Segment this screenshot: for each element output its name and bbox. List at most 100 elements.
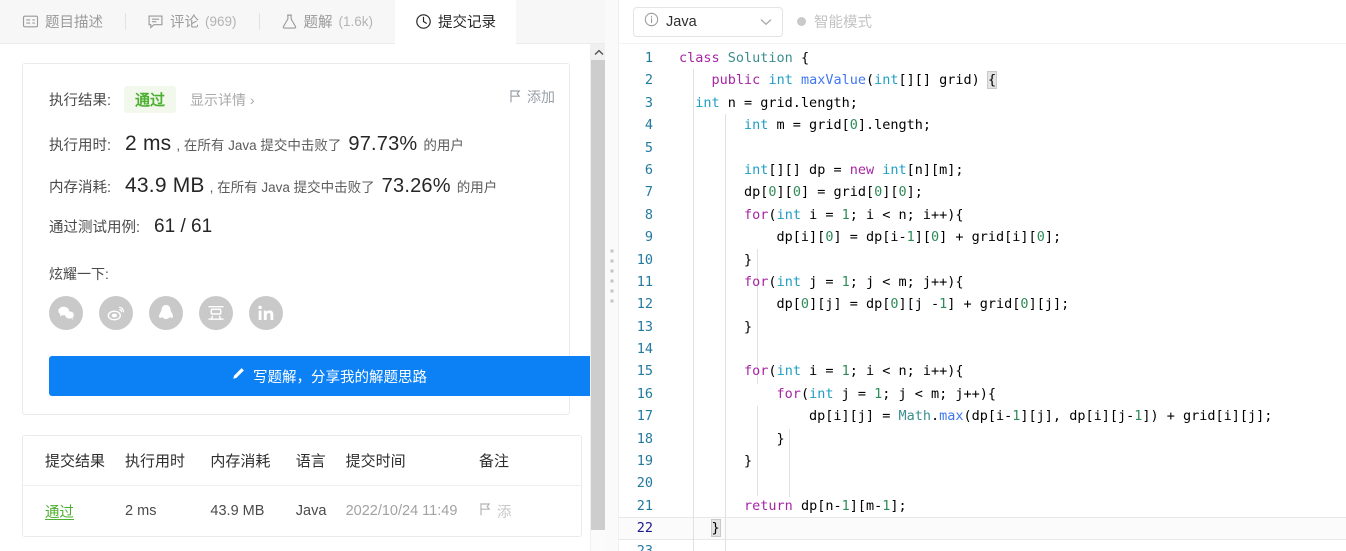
- scroll-up-arrow[interactable]: [591, 44, 605, 60]
- code-line-2[interactable]: 2 public int maxValue(int[][] grid) {: [619, 69, 1346, 91]
- line-number: 9: [644, 229, 653, 246]
- status-badge: 通过: [124, 86, 177, 113]
- code-line-12[interactable]: 12 dp[0][j] = dp[0][j -1] + grid[0][j];: [619, 293, 1346, 315]
- code-line-9[interactable]: 9 dp[i][0] = dp[i-1][0] + grid[i][0];: [619, 226, 1346, 248]
- runtime-prefix: , 在所有 Java 提交中击败了: [176, 138, 342, 153]
- code-editor-panel: Java 智能模式 1 class Solution {2 public in…: [619, 0, 1346, 551]
- row-note-button[interactable]: 添: [479, 501, 559, 522]
- douban-icon[interactable]: [199, 296, 233, 330]
- line-code[interactable]: dp[0][j] = dp[0][j -1] + grid[0][j];: [665, 293, 1070, 315]
- tab-label: 题解: [303, 15, 333, 31]
- line-number: 18: [636, 430, 653, 447]
- code-line-5[interactable]: 5: [619, 137, 1346, 159]
- language-select[interactable]: Java: [633, 6, 783, 37]
- scrollbar-thumb[interactable]: [591, 60, 605, 530]
- smart-mode-toggle[interactable]: 智能模式: [797, 11, 872, 32]
- code-line-14[interactable]: 14: [619, 338, 1346, 360]
- leetcode-submission-page: 题目描述 评论 (969) 题解 (1.6k) 提交记录 执行结果: 通过 显示详情 › …: [0, 0, 1346, 551]
- left-results-panel: 题目描述 评论 (969) 题解 (1.6k) 提交记录 执行结果: 通过 显示详情 › …: [0, 0, 605, 551]
- table-row[interactable]: 通过 2 ms 43.9 MB Java 2022/10/24 11:49 添: [23, 486, 581, 536]
- line-code[interactable]: class Solution {: [665, 47, 809, 69]
- write-solution-button[interactable]: 写题解，分享我的解题思路: [49, 356, 605, 396]
- tab-4[interactable]: 提交记录: [395, 0, 517, 44]
- code-line-1[interactable]: 1 class Solution {: [619, 47, 1346, 69]
- add-note-button[interactable]: 添加: [509, 87, 555, 107]
- line-code[interactable]: int[][] dp = new int[n][m];: [665, 159, 964, 181]
- testcases-label: 通过测试用例:: [49, 220, 141, 236]
- code-line-18[interactable]: 18 }: [619, 428, 1346, 450]
- line-code[interactable]: }: [665, 450, 752, 472]
- line-code[interactable]: int m = grid[0].length;: [665, 114, 931, 136]
- code-line-8[interactable]: 8 for(int i = 1; i < n; i++){: [619, 204, 1346, 226]
- left-panel-scrollbar[interactable]: [590, 44, 605, 551]
- line-number: 23: [636, 542, 653, 551]
- row-memory: 43.9 MB: [210, 503, 265, 519]
- line-code[interactable]: }: [665, 316, 752, 338]
- code-area[interactable]: 1 class Solution {2 public int maxValue(i…: [619, 44, 1346, 551]
- weibo-icon[interactable]: [99, 296, 133, 330]
- show-detail-link[interactable]: 显示详情 ›: [190, 90, 255, 110]
- column-header-4: 语言: [295, 453, 326, 470]
- code-line-15[interactable]: 15 for(int i = 1; i < n; i++){: [619, 360, 1346, 382]
- line-code[interactable]: dp[i][j] = Math.max(dp[i-1][j], dp[i][j-…: [665, 405, 1272, 427]
- drag-handle-icon[interactable]: [610, 249, 613, 302]
- code-line-6[interactable]: 6 int[][] dp = new int[n][m];: [619, 159, 1346, 181]
- line-number: 8: [644, 206, 653, 223]
- line-number: 5: [644, 139, 653, 156]
- code-lines[interactable]: 1 class Solution {2 public int maxValue(i…: [619, 44, 1346, 551]
- write-solution-label: 写题解，分享我的解题思路: [253, 369, 427, 386]
- wechat-icon[interactable]: [49, 296, 83, 330]
- code-line-7[interactable]: 7 dp[0][0] = grid[0][0];: [619, 181, 1346, 203]
- execution-result-card: 执行结果: 通过 显示详情 › 添加 执行用时: 2 ms , 在所有 Java…: [22, 63, 605, 415]
- qq-icon[interactable]: [149, 296, 183, 330]
- line-code[interactable]: }: [665, 517, 721, 539]
- line-number: 2: [644, 72, 653, 89]
- code-line-3[interactable]: 3 int n = grid.length;: [619, 92, 1346, 114]
- panel-divider[interactable]: [605, 0, 619, 551]
- line-code[interactable]: }: [665, 249, 752, 271]
- code-line-11[interactable]: 11 for(int j = 1; j < m; j++){: [619, 271, 1346, 293]
- share-icon-group: [23, 296, 569, 330]
- row-runtime: 2 ms: [125, 503, 157, 519]
- line-code[interactable]: dp[0][0] = grid[0][0];: [665, 181, 923, 203]
- code-line-20[interactable]: 20: [619, 472, 1346, 494]
- tab-2[interactable]: 评论 (969): [125, 0, 259, 43]
- code-line-16[interactable]: 16 for(int j = 1; j < m; j++){: [619, 383, 1346, 405]
- code-line-19[interactable]: 19 }: [619, 450, 1346, 472]
- line-code[interactable]: for(int j = 1; j < m; j++){: [665, 383, 997, 405]
- line-code[interactable]: for(int i = 1; i < n; i++){: [665, 360, 964, 382]
- tab-label: 题目描述: [45, 15, 103, 31]
- tab-1[interactable]: 题目描述: [0, 0, 125, 43]
- pencil-icon: [231, 367, 245, 385]
- column-header-6: 备注: [478, 453, 509, 470]
- code-line-21[interactable]: 21 return dp[n-1][m-1];: [619, 495, 1346, 517]
- line-number: 19: [636, 453, 653, 470]
- line-code[interactable]: for(int i = 1; i < n; i++){: [665, 204, 964, 226]
- flask-icon: [281, 13, 298, 30]
- tab-3[interactable]: 题解 (1.6k): [258, 0, 396, 43]
- code-line-10[interactable]: 10 }: [619, 249, 1346, 271]
- line-code[interactable]: }: [665, 428, 785, 450]
- flag-icon: [509, 89, 522, 106]
- linkedin-icon[interactable]: [249, 296, 283, 330]
- memory-value: 43.9 MB: [125, 174, 205, 197]
- line-code[interactable]: public int maxValue(int[][] grid) {: [665, 69, 998, 91]
- line-number: 16: [636, 385, 653, 402]
- code-line-4[interactable]: 4 int m = grid[0].length;: [619, 114, 1346, 136]
- code-line-23[interactable]: 23: [619, 540, 1346, 551]
- line-code[interactable]: dp[i][0] = dp[i-1][0] + grid[i][0];: [665, 226, 1062, 248]
- code-line-17[interactable]: 17 dp[i][j] = Math.max(dp[i-1][j], dp[i]…: [619, 405, 1346, 427]
- comment-icon: [147, 13, 164, 30]
- line-code[interactable]: int n = grid.length;: [665, 92, 858, 114]
- tab-label: 评论: [170, 15, 199, 31]
- smart-mode-dot-icon: [797, 17, 806, 26]
- code-line-22[interactable]: 22 }: [619, 517, 1346, 540]
- line-code[interactable]: return dp[n-1][m-1];: [665, 495, 907, 517]
- memory-suffix: 的用户: [456, 180, 498, 195]
- memory-prefix: , 在所有 Java 提交中击败了: [209, 180, 375, 195]
- line-number: 14: [636, 341, 653, 358]
- line-code[interactable]: for(int j = 1; j < m; j++){: [665, 271, 964, 293]
- code-line-13[interactable]: 13 }: [619, 316, 1346, 338]
- language-name: Java: [666, 13, 697, 30]
- row-status[interactable]: 通过: [45, 501, 125, 522]
